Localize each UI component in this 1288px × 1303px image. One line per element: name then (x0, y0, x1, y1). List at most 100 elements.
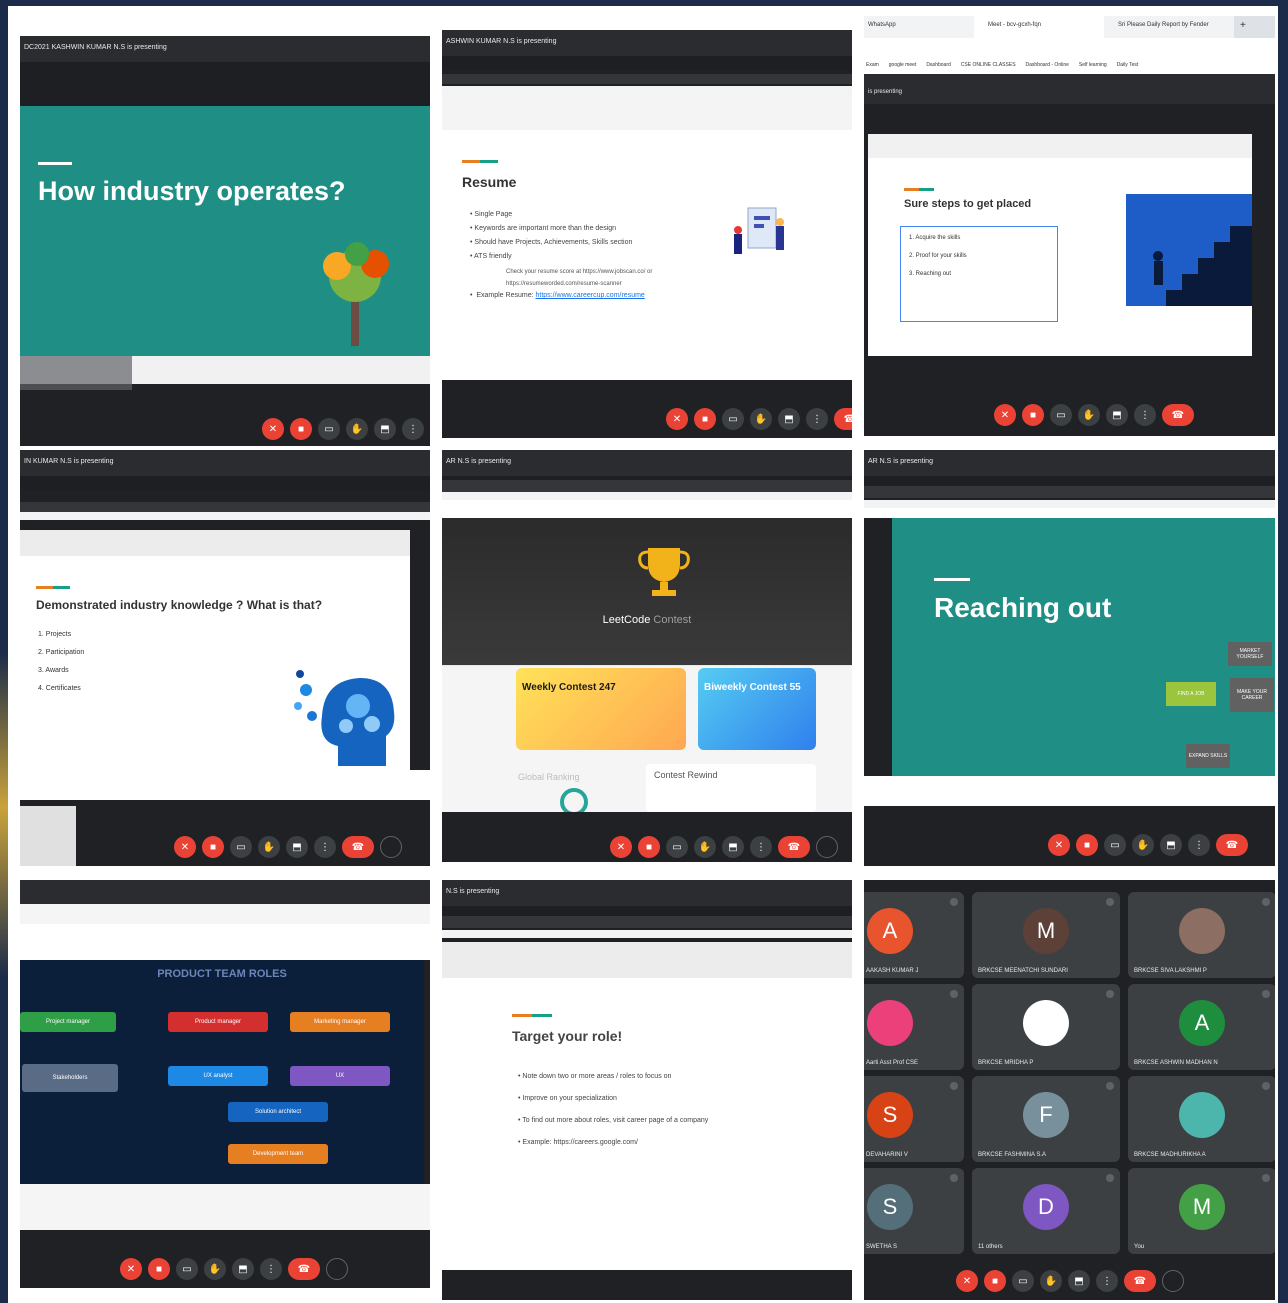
bookmark-item[interactable]: CSE ONLINE CLASSES (961, 62, 1016, 70)
more-options-button[interactable]: ⋮ (1188, 834, 1210, 856)
example-link[interactable]: https://www.careercup.com/resume (536, 292, 645, 299)
mic-off-button[interactable]: ✕ (120, 1258, 142, 1280)
raise-hand-button[interactable]: ✋ (346, 418, 368, 440)
present-button[interactable]: ⬒ (374, 418, 396, 440)
leave-call-button[interactable]: ☎ (1216, 834, 1248, 856)
mic-off-button[interactable]: ✕ (994, 404, 1016, 426)
present-button[interactable]: ⬒ (1160, 834, 1182, 856)
browser-tabs[interactable] (442, 480, 852, 492)
camera-off-button[interactable]: ■ (1022, 404, 1044, 426)
address-bar[interactable] (442, 492, 852, 500)
participant-tile[interactable]: BRKCSE MADHURIKHA A (1128, 1076, 1275, 1162)
leave-call-button[interactable]: ☎ (834, 408, 852, 430)
bookmark-item[interactable]: Self learning (1079, 62, 1107, 70)
tab-report[interactable]: Sri Please Daily Report by Fender (1104, 16, 1234, 38)
activities-button[interactable] (1162, 1270, 1184, 1292)
participant-tile[interactable]: BRKCSE MRIDHA P (972, 984, 1120, 1070)
more-options-button[interactable]: ⋮ (806, 408, 828, 430)
more-options-button[interactable]: ⋮ (1096, 1270, 1118, 1292)
bookmark-item[interactable]: Dashboard - Online (1026, 62, 1069, 70)
bookmark-item[interactable]: google meet (889, 62, 917, 70)
contest-rewind-card[interactable]: Contest Rewind (646, 764, 816, 812)
leave-call-button[interactable]: ☎ (288, 1258, 320, 1280)
mic-off-button[interactable]: ✕ (610, 836, 632, 858)
present-button[interactable]: ⬒ (286, 836, 308, 858)
mic-off-button[interactable]: ✕ (174, 836, 196, 858)
captions-button[interactable]: ▭ (176, 1258, 198, 1280)
participant-tile[interactable]: M You (1128, 1168, 1275, 1254)
raise-hand-button[interactable]: ✋ (204, 1258, 226, 1280)
new-tab-icon[interactable]: + (1234, 16, 1254, 38)
camera-off-button[interactable]: ■ (638, 836, 660, 858)
browser-tabs[interactable] (864, 486, 1275, 498)
inner-browser-bar (864, 104, 1275, 130)
captions-button[interactable]: ▭ (1104, 834, 1126, 856)
raise-hand-button[interactable]: ✋ (1078, 404, 1100, 426)
more-options-button[interactable]: ⋮ (402, 418, 424, 440)
mic-off-button[interactable]: ✕ (1048, 834, 1070, 856)
address-bar[interactable] (20, 512, 430, 520)
browser-tabs[interactable] (442, 74, 852, 84)
mic-off-button[interactable]: ✕ (666, 408, 688, 430)
camera-off-button[interactable]: ■ (148, 1258, 170, 1280)
address-bar[interactable] (442, 930, 852, 938)
camera-off-button[interactable]: ■ (984, 1270, 1006, 1292)
bookmark-item[interactable]: Exam (866, 62, 879, 70)
participant-tile[interactable]: D 11 others (972, 1168, 1120, 1254)
tab-whatsapp[interactable]: WhatsApp (864, 16, 974, 38)
raise-hand-button[interactable]: ✋ (1132, 834, 1154, 856)
biweekly-contest-card[interactable]: Biweekly Contest 55 (698, 668, 816, 750)
captions-button[interactable]: ▭ (318, 418, 340, 440)
leave-call-button[interactable]: ☎ (1124, 1270, 1156, 1292)
global-ranking-label[interactable]: Global Ranking (518, 772, 580, 782)
participant-tile[interactable]: S DEVAHARINI V (864, 1076, 964, 1162)
present-button[interactable]: ⬒ (722, 836, 744, 858)
selected-textbox[interactable]: 1. Acquire the skills 2. Proof for your … (900, 226, 1058, 322)
leave-call-button[interactable]: ☎ (342, 836, 374, 858)
participant-tile[interactable]: F BRKCSE FASHMINA S.A (972, 1076, 1120, 1162)
present-button[interactable]: ⬒ (1068, 1270, 1090, 1292)
raise-hand-button[interactable]: ✋ (694, 836, 716, 858)
leave-call-button[interactable]: ☎ (1162, 404, 1194, 426)
more-options-button[interactable]: ⋮ (750, 836, 772, 858)
captions-button[interactable]: ▭ (1050, 404, 1072, 426)
raise-hand-button[interactable]: ✋ (1040, 1270, 1062, 1292)
camera-off-button[interactable]: ■ (694, 408, 716, 430)
more-options-button[interactable]: ⋮ (260, 1258, 282, 1280)
activities-button[interactable] (816, 836, 838, 858)
bookmark-item[interactable]: Dashboard (926, 62, 950, 70)
activities-button[interactable] (380, 836, 402, 858)
bookmark-item[interactable]: Daily Test (1117, 62, 1139, 70)
more-options-button[interactable]: ⋮ (314, 836, 336, 858)
captions-button[interactable]: ▭ (230, 836, 252, 858)
browser-tabs[interactable] (442, 916, 852, 928)
activities-button[interactable] (326, 1258, 348, 1280)
present-button[interactable]: ⬒ (778, 408, 800, 430)
raise-hand-button[interactable]: ✋ (258, 836, 280, 858)
participant-tile[interactable]: BRKCSE SIVA LAKSHMI P (1128, 892, 1275, 978)
mic-off-button[interactable]: ✕ (262, 418, 284, 440)
present-button[interactable]: ⬒ (232, 1258, 254, 1280)
leave-call-button[interactable]: ☎ (778, 836, 810, 858)
participant-tile[interactable]: Aarti Asst Prof CSE (864, 984, 964, 1070)
browser-tabs[interactable] (20, 502, 430, 512)
more-options-button[interactable]: ⋮ (1134, 404, 1156, 426)
captions-button[interactable]: ▭ (666, 836, 688, 858)
address-bar[interactable] (864, 38, 1275, 58)
participant-tile[interactable]: A AAKASH KUMAR J (864, 892, 964, 978)
captions-button[interactable]: ▭ (722, 408, 744, 430)
weekly-contest-card[interactable]: Weekly Contest 247 (516, 668, 686, 750)
address-bar[interactable] (864, 500, 1275, 508)
present-button[interactable]: ⬒ (1106, 404, 1128, 426)
participant-tile[interactable]: M BRKCSE MEENATCHI SUNDARI (972, 892, 1120, 978)
captions-button[interactable]: ▭ (1012, 1270, 1034, 1292)
participant-tile[interactable]: S SWETHA S (864, 1168, 964, 1254)
camera-off-button[interactable]: ■ (202, 836, 224, 858)
participant-tile[interactable]: A BRKCSE ASHWIN MADHAN N (1128, 984, 1275, 1070)
mic-off-button[interactable]: ✕ (956, 1270, 978, 1292)
camera-off-button[interactable]: ■ (1076, 834, 1098, 856)
raise-hand-button[interactable]: ✋ (750, 408, 772, 430)
camera-off-button[interactable]: ■ (290, 418, 312, 440)
address-bar[interactable] (442, 86, 852, 94)
tab-meet[interactable]: Meet - bcv-gcxh-fqn (974, 16, 1104, 38)
